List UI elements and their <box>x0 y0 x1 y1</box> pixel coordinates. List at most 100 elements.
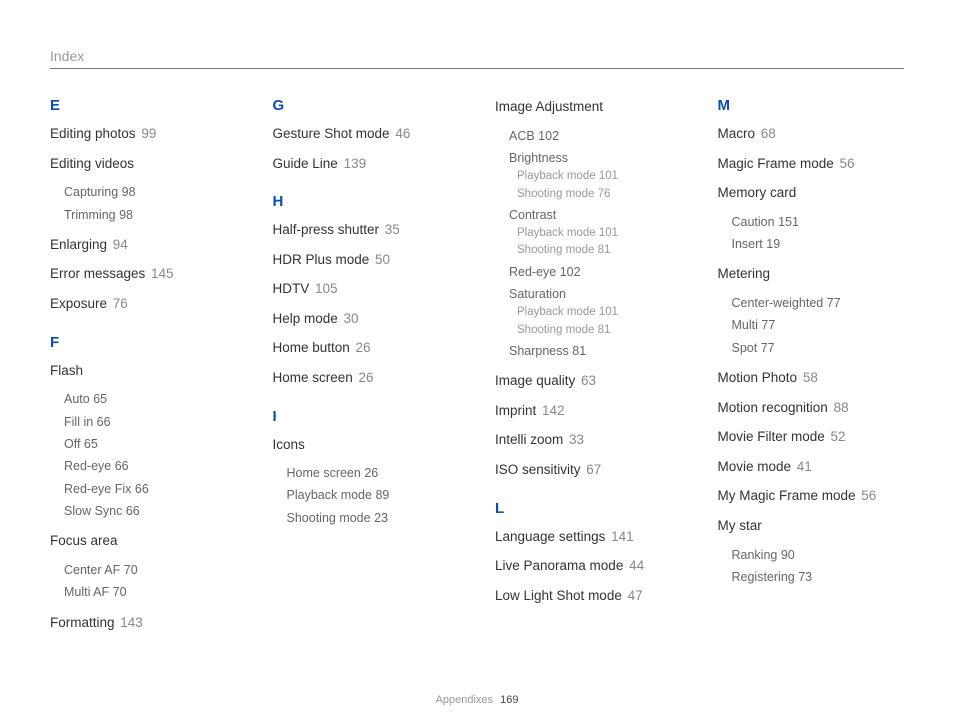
entry-label[interactable]: Exposure 76 <box>50 294 237 314</box>
sub-entry[interactable]: Insert 19 <box>732 235 905 254</box>
entry-page: 65 <box>80 437 97 451</box>
entry-label[interactable]: Half-press shutter 35 <box>273 220 460 240</box>
entry-label[interactable]: Formatting 143 <box>50 613 237 633</box>
entry-page: 66 <box>111 459 128 473</box>
entry-label[interactable]: My star <box>718 516 905 536</box>
entry-page: 67 <box>583 462 602 477</box>
sub-entry[interactable]: Ranking 90 <box>732 546 905 565</box>
entry-label[interactable]: Editing photos 99 <box>50 124 237 144</box>
index-entry: Formatting 143 <box>50 613 237 633</box>
entry-page: 35 <box>381 222 400 237</box>
sub-entry[interactable]: Capturing 98 <box>64 183 237 202</box>
entry-label[interactable]: Image quality 63 <box>495 371 682 391</box>
entry-label[interactable]: HDR Plus mode 50 <box>273 250 460 270</box>
sub-entry[interactable]: Shooting mode 23 <box>287 509 460 528</box>
index-column: EEditing photos 99Editing videosCapturin… <box>50 97 237 642</box>
sub-entry[interactable]: Spot 77 <box>732 339 905 358</box>
entry-page: 23 <box>371 511 388 525</box>
subsub-entry[interactable]: Playback mode 101 <box>517 304 682 321</box>
entry-label[interactable]: Error messages 145 <box>50 264 237 284</box>
sub-entry[interactable]: Center AF 70 <box>64 561 237 580</box>
entry-page: 77 <box>758 318 775 332</box>
sub-entry[interactable]: Sharpness 81 <box>509 342 682 361</box>
page-title: Index <box>50 48 84 64</box>
entry-page: 33 <box>565 432 584 447</box>
sub-entry[interactable]: Playback mode 89 <box>287 486 460 505</box>
sub-entry[interactable]: Trimming 98 <box>64 206 237 225</box>
entry-page: 81 <box>594 244 610 256</box>
index-entry: Image AdjustmentACB 102BrightnessPlaybac… <box>495 97 682 361</box>
entry-label[interactable]: Language settings 141 <box>495 527 682 547</box>
sub-entry[interactable]: Registering 73 <box>732 568 905 587</box>
entry-page: 76 <box>109 296 128 311</box>
entry-page: 81 <box>594 324 610 336</box>
sub-entry[interactable]: Off 65 <box>64 435 237 454</box>
entry-page: 102 <box>535 129 559 143</box>
sub-entry[interactable]: Multi AF 70 <box>64 583 237 602</box>
entry-label[interactable]: Metering <box>718 264 905 284</box>
entry-label[interactable]: Home screen 26 <box>273 368 460 388</box>
index-entry: Exposure 76 <box>50 294 237 314</box>
entry-label[interactable]: Help mode 30 <box>273 309 460 329</box>
index-entry: Intelli zoom 33 <box>495 430 682 450</box>
entry-label[interactable]: Gesture Shot mode 46 <box>273 124 460 144</box>
entry-label[interactable]: Movie Filter mode 52 <box>718 427 905 447</box>
index-entry: HDR Plus mode 50 <box>273 250 460 270</box>
sub-entry[interactable]: Contrast <box>509 206 682 225</box>
sub-entry[interactable]: Multi 77 <box>732 316 905 335</box>
index-entry: Low Light Shot mode 47 <box>495 586 682 606</box>
entry-page: 98 <box>116 208 133 222</box>
entry-page: 98 <box>118 185 135 199</box>
index-letter: L <box>495 500 682 517</box>
entry-label[interactable]: Enlarging 94 <box>50 235 237 255</box>
entry-label[interactable]: Motion Photo 58 <box>718 368 905 388</box>
entry-label[interactable]: Imprint 142 <box>495 401 682 421</box>
entry-page: 56 <box>836 156 855 171</box>
sub-entry[interactable]: Center-weighted 77 <box>732 294 905 313</box>
index-entry: Imprint 142 <box>495 401 682 421</box>
subsub-entry[interactable]: Shooting mode 81 <box>517 322 682 339</box>
entry-label[interactable]: Intelli zoom 33 <box>495 430 682 450</box>
sub-entry[interactable]: Slow Sync 66 <box>64 502 237 521</box>
index-entry: Enlarging 94 <box>50 235 237 255</box>
entry-label[interactable]: Magic Frame mode 56 <box>718 154 905 174</box>
sub-entry[interactable]: Saturation <box>509 285 682 304</box>
entry-label[interactable]: Motion recognition 88 <box>718 398 905 418</box>
entry-page: 139 <box>340 156 366 171</box>
entry-label[interactable]: Low Light Shot mode 47 <box>495 586 682 606</box>
entry-page: 88 <box>830 400 849 415</box>
sub-entry[interactable]: Home screen 26 <box>287 464 460 483</box>
entry-page: 66 <box>93 415 110 429</box>
entry-label[interactable]: HDTV 105 <box>273 279 460 299</box>
entry-page: 73 <box>795 570 812 584</box>
entry-label[interactable]: Macro 68 <box>718 124 905 144</box>
entry-label[interactable]: My Magic Frame mode 56 <box>718 486 905 506</box>
entry-label[interactable]: Memory card <box>718 183 905 203</box>
entry-label[interactable]: Live Panorama mode 44 <box>495 556 682 576</box>
sub-entry[interactable]: ACB 102 <box>509 127 682 146</box>
entry-label[interactable]: Icons <box>273 435 460 455</box>
sub-entry[interactable]: Red-eye 66 <box>64 457 237 476</box>
index-letter: F <box>50 334 237 351</box>
sub-entry[interactable]: Fill in 66 <box>64 413 237 432</box>
entry-label[interactable]: Movie mode 41 <box>718 457 905 477</box>
subsub-entry[interactable]: Shooting mode 76 <box>517 186 682 203</box>
subsub-entry[interactable]: Playback mode 101 <box>517 168 682 185</box>
entry-label[interactable]: Focus area <box>50 531 237 551</box>
index-entry: My Magic Frame mode 56 <box>718 486 905 506</box>
entry-label[interactable]: ISO sensitivity 67 <box>495 460 682 480</box>
sub-entry[interactable]: Red-eye 102 <box>509 263 682 282</box>
entry-label[interactable]: Guide Line 139 <box>273 154 460 174</box>
sub-entry[interactable]: Caution 151 <box>732 213 905 232</box>
sub-entry[interactable]: Auto 65 <box>64 390 237 409</box>
entry-page: 65 <box>90 392 107 406</box>
entry-page: 26 <box>352 340 371 355</box>
subsub-entry[interactable]: Shooting mode 81 <box>517 242 682 259</box>
subsub-entry[interactable]: Playback mode 101 <box>517 225 682 242</box>
entry-label[interactable]: Flash <box>50 361 237 381</box>
entry-label[interactable]: Home button 26 <box>273 338 460 358</box>
sub-entry[interactable]: Brightness <box>509 149 682 168</box>
entry-label[interactable]: Image Adjustment <box>495 97 682 117</box>
sub-entry[interactable]: Red-eye Fix 66 <box>64 480 237 499</box>
entry-label[interactable]: Editing videos <box>50 154 237 174</box>
